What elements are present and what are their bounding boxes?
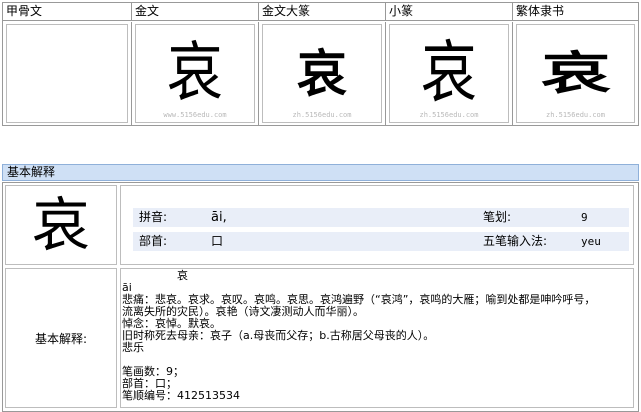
section-title-basic: 基本解释	[2, 164, 639, 181]
oracle-bone-image	[6, 24, 128, 123]
explain-label: 基本解释:	[34, 331, 88, 346]
small-seal-cell: 哀 zh.5156edu.com	[386, 22, 513, 125]
pinyin-value: āi,	[211, 210, 227, 225]
definition-line: 笔画数：9；	[122, 365, 184, 378]
script-forms-table: 甲骨文 金文 金文大篆 小篆 繁体隶书 哀 www.5156edu.com 哀 …	[2, 2, 639, 126]
header-clerical: 繁体隶书	[513, 3, 638, 21]
definition-line: 悲乐	[122, 341, 144, 354]
bronze-seal-image: 哀 zh.5156edu.com	[262, 24, 382, 123]
bronze-image: 哀 www.5156edu.com	[135, 24, 255, 123]
clerical-image: 哀 zh.5156edu.com	[516, 24, 635, 123]
radical-label: 部首:	[139, 234, 168, 248]
definition-line	[122, 354, 633, 366]
clerical-watermark: zh.5156edu.com	[545, 111, 605, 119]
radical-value: 口	[211, 234, 224, 248]
large-character: 哀	[31, 191, 90, 259]
bronze-cell: 哀 www.5156edu.com	[132, 22, 259, 125]
definition-line: 笔顺编号：412513534	[122, 389, 240, 402]
info-cell: 拼音: āi, 笔划: 9 部首: 口 五笔输入法: yeu	[120, 185, 634, 265]
definition-line: 哀	[122, 269, 188, 282]
small-seal-watermark: zh.5156edu.com	[419, 111, 479, 119]
definition-line: 旧时称死去母亲：哀子（a.母丧而父存；b.古称居父母丧的人）。	[122, 329, 435, 342]
strokes-label: 笔划:	[483, 210, 512, 224]
bronze-seal-glyph: 哀	[297, 43, 347, 103]
header-small-seal: 小篆	[386, 3, 513, 21]
header-bronze-seal: 金文大篆	[259, 3, 386, 21]
clerical-glyph: 哀	[540, 47, 611, 100]
wubi-value: yeu	[581, 235, 601, 248]
bronze-watermark: www.5156edu.com	[163, 111, 227, 119]
clerical-cell: 哀 zh.5156edu.com	[513, 22, 638, 125]
character-cell: 哀	[5, 185, 117, 265]
info-row-pinyin: 拼音: āi, 笔划: 9	[133, 208, 629, 227]
info-row-radical: 部首: 口 五笔输入法: yeu	[133, 232, 629, 251]
definition-cell: 哀 āi 悲痛：悲哀。哀求。哀叹。哀鸣。哀思。哀鸿遍野（“哀鸿”，哀鸣的大雁；喻…	[120, 268, 634, 408]
small-seal-glyph: 哀	[421, 33, 477, 112]
strokes-value: 9	[581, 211, 588, 224]
header-oracle-bone: 甲骨文	[3, 3, 132, 21]
basic-info-box: 哀 拼音: āi, 笔划: 9 部首: 口 五笔输入法: yeu 基本解释: 哀…	[2, 182, 639, 412]
bronze-seal-watermark: zh.5156edu.com	[292, 111, 352, 119]
pinyin-label: 拼音:	[139, 210, 168, 224]
header-bronze: 金文	[132, 3, 259, 21]
explain-label-cell: 基本解释:	[5, 268, 117, 408]
small-seal-image: 哀 zh.5156edu.com	[389, 24, 509, 123]
bronze-seal-cell: 哀 zh.5156edu.com	[259, 22, 386, 125]
oracle-bone-cell	[3, 22, 132, 125]
wubi-label: 五笔输入法:	[483, 234, 548, 248]
bronze-glyph: 哀	[167, 35, 223, 111]
